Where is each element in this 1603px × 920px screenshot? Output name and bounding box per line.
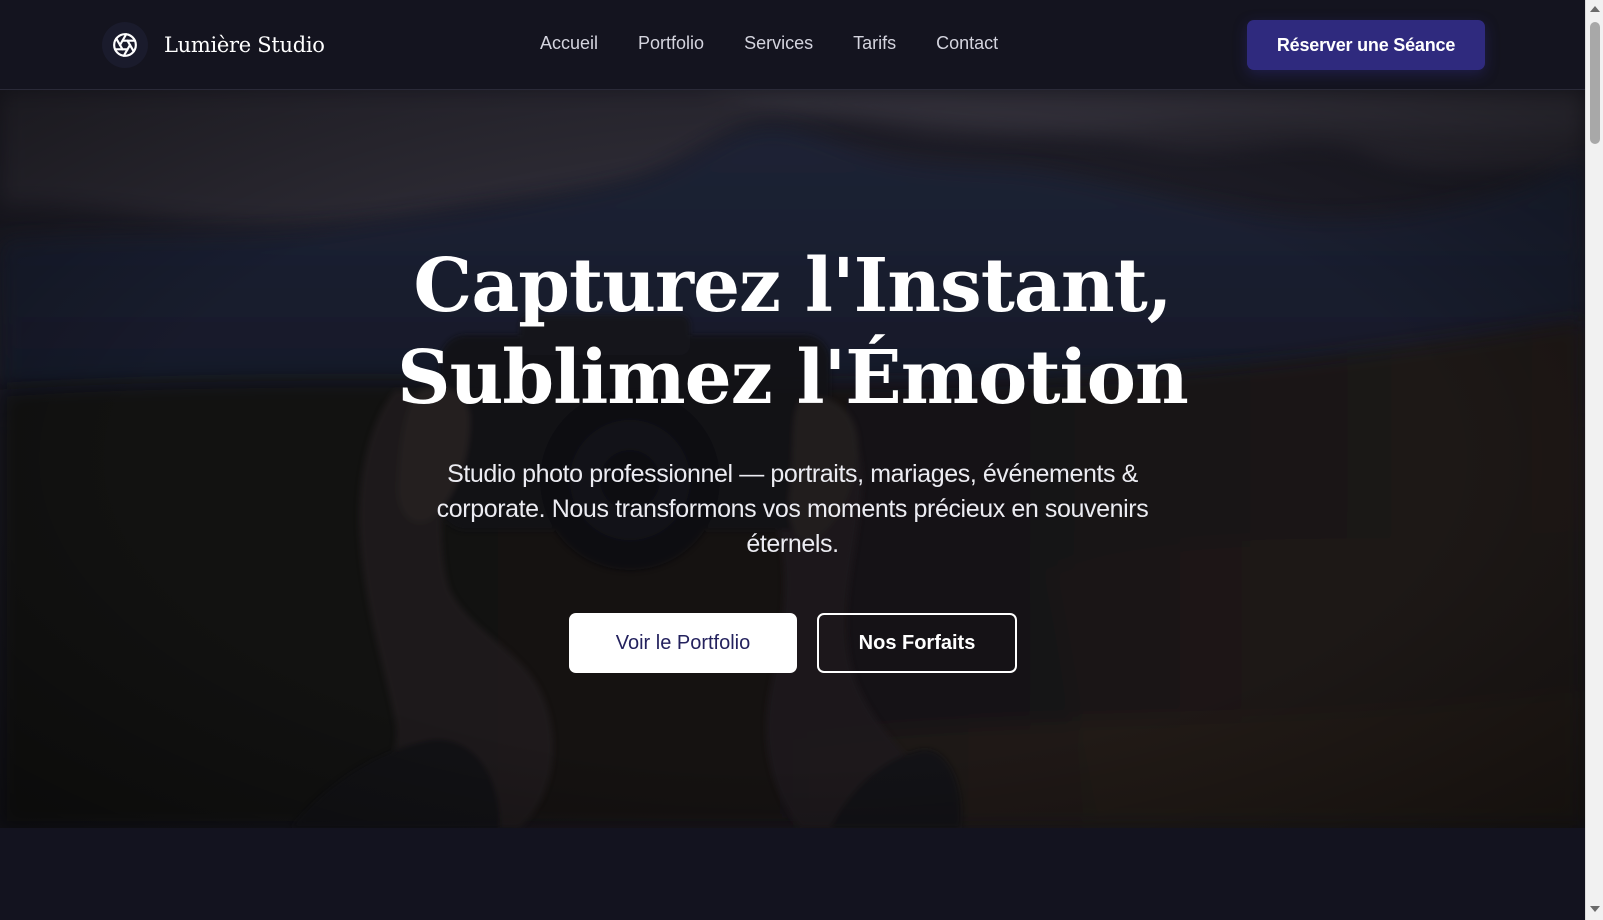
aperture-icon <box>102 22 148 68</box>
book-session-button[interactable]: Réserver une Séance <box>1247 20 1485 70</box>
hero-title-line-2: Sublimez l'Émotion <box>397 335 1189 421</box>
scroll-up-icon[interactable] <box>1590 6 1600 12</box>
nav-link-portfolio[interactable]: Portfolio <box>638 33 704 54</box>
next-section <box>0 828 1585 920</box>
hero-content: Capturez l'Instant, Sublimez l'Émotion S… <box>0 90 1585 828</box>
packages-button[interactable]: Nos Forfaits <box>817 613 1017 673</box>
nav-link-accueil[interactable]: Accueil <box>540 33 598 54</box>
hero-title-line-1: Capturez l'Instant, <box>413 243 1172 329</box>
scroll-down-icon[interactable] <box>1590 906 1600 912</box>
vertical-scrollbar[interactable] <box>1585 0 1603 920</box>
hero-subtitle: Studio photo professionnel — portraits, … <box>436 460 1149 558</box>
nav-link-contact[interactable]: Contact <box>936 33 998 54</box>
view-portfolio-button[interactable]: Voir le Portfolio <box>569 613 797 673</box>
nav-link-tarifs[interactable]: Tarifs <box>853 33 896 54</box>
scrollbar-thumb[interactable] <box>1590 22 1600 144</box>
page: Lumière Studio Accueil Portfolio Service… <box>0 0 1585 920</box>
navbar: Lumière Studio Accueil Portfolio Service… <box>0 0 1585 90</box>
brand-name: Lumière Studio <box>164 33 325 57</box>
nav-link-services[interactable]: Services <box>744 33 813 54</box>
brand[interactable]: Lumière Studio <box>102 22 325 68</box>
hero-section: Capturez l'Instant, Sublimez l'Émotion S… <box>0 90 1585 828</box>
main-nav: Accueil Portfolio Services Tarifs Contac… <box>540 33 998 54</box>
hero-title: Capturez l'Instant, Sublimez l'Émotion <box>0 240 1585 424</box>
